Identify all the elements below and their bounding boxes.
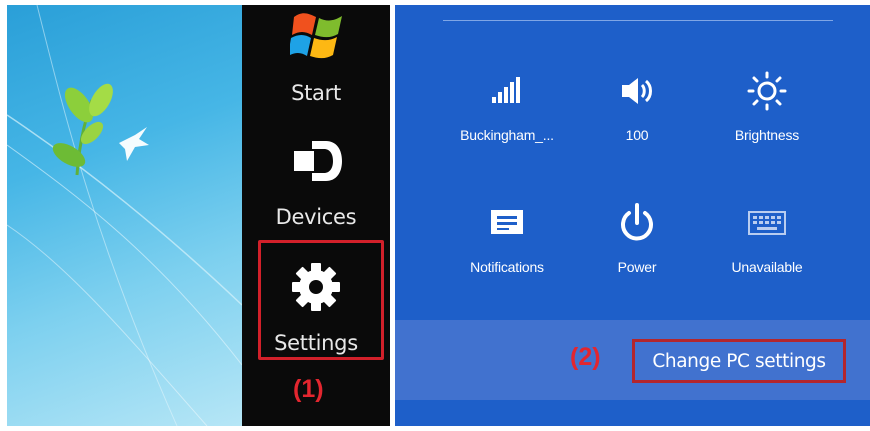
- change-pc-settings-button[interactable]: Change PC settings: [632, 339, 846, 383]
- step-1-label: (1): [293, 375, 324, 403]
- windows-logo-icon: [288, 7, 346, 72]
- start-charm[interactable]: Start: [242, 5, 390, 115]
- keyboard-tile[interactable]: Unavailable: [702, 201, 832, 275]
- devices-icon: [292, 137, 344, 190]
- network-tile[interactable]: Buckingham_...: [442, 69, 572, 143]
- power-label: Power: [617, 259, 657, 275]
- desktop-wallpaper: [7, 5, 242, 426]
- signal-bars-icon: [442, 69, 572, 113]
- start-label: Start: [291, 81, 341, 105]
- notifications-label: Notifications: [470, 259, 544, 275]
- pane-divider: [443, 20, 833, 21]
- notifications-tile[interactable]: Notifications: [442, 201, 572, 275]
- wallpaper-art: [7, 5, 242, 426]
- settings-highlight-box: [258, 240, 384, 360]
- brightness-tile[interactable]: Brightness: [702, 69, 832, 143]
- brightness-label: Brightness: [734, 127, 800, 143]
- charms-bar: Start Devices Settings: [242, 5, 390, 426]
- brightness-icon: [702, 69, 832, 113]
- volume-icon: [572, 69, 702, 113]
- volume-tile[interactable]: 100: [572, 69, 702, 143]
- power-icon: [572, 201, 702, 245]
- power-tile[interactable]: Power: [572, 201, 702, 275]
- step-2-label: (2): [570, 343, 601, 371]
- notifications-icon: [442, 201, 572, 245]
- keyboard-icon: [702, 201, 832, 245]
- keyboard-label: Unavailable: [731, 259, 803, 275]
- volume-label: 100: [625, 127, 649, 143]
- network-label: Buckingham_...: [460, 127, 554, 143]
- devices-label: Devices: [275, 205, 357, 229]
- devices-charm[interactable]: Devices: [242, 135, 390, 235]
